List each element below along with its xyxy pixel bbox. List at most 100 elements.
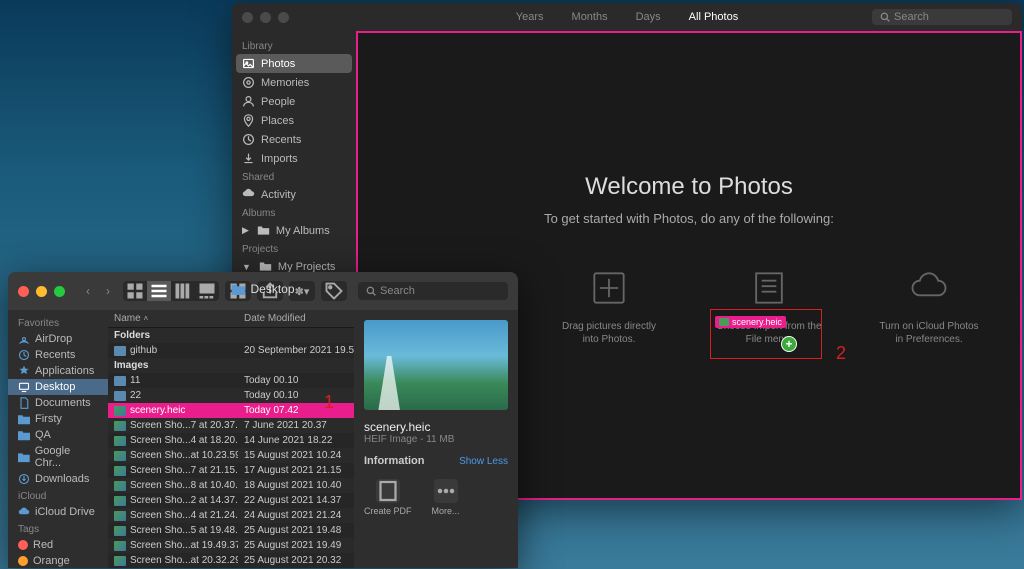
- sidebar-item-airdrop[interactable]: AirDrop: [8, 331, 108, 347]
- photos-icon: [242, 57, 255, 70]
- show-less-button[interactable]: Show Less: [459, 456, 508, 467]
- file-type-icon: [114, 436, 126, 446]
- drag-file-badge: scenery.heic: [715, 316, 786, 328]
- drag-icon: [587, 266, 631, 310]
- file-row[interactable]: 22Today 00.10: [108, 388, 354, 403]
- sidebar-item-activity[interactable]: Activity: [232, 185, 356, 204]
- file-row[interactable]: Screen Sho...5 at 19.48.0125 August 2021…: [108, 523, 354, 538]
- clock-icon: [18, 349, 30, 361]
- favorites-label: Favorites: [8, 314, 108, 331]
- clock-icon: [242, 133, 255, 146]
- file-type-icon: [114, 466, 126, 476]
- sidebar-item-my-albums[interactable]: ▶My Albums: [232, 221, 356, 240]
- sidebar-item-firsty[interactable]: Firsty: [8, 411, 108, 427]
- tag-orange[interactable]: Orange: [8, 553, 108, 568]
- more-button[interactable]: More...: [432, 479, 460, 516]
- back-button[interactable]: ‹: [79, 282, 97, 300]
- tab-days[interactable]: Days: [622, 8, 675, 26]
- file-row[interactable]: scenery.heicToday 07.42: [108, 403, 354, 418]
- preview-pane: scenery.heic HEIF Image - 11 MB Informat…: [354, 310, 518, 568]
- file-row[interactable]: 11Today 00.10: [108, 373, 354, 388]
- sidebar-item-photos[interactable]: Photos: [236, 54, 352, 73]
- create-pdf-button[interactable]: Create PDF: [364, 479, 412, 516]
- column-date[interactable]: Date Modified: [238, 310, 354, 327]
- sidebar-item-icloud-drive[interactable]: iCloud Drive: [8, 504, 108, 520]
- file-type-icon: [114, 541, 126, 551]
- close-button[interactable]: [242, 12, 253, 23]
- list-view-button[interactable]: [147, 281, 171, 301]
- memories-icon: [242, 76, 255, 89]
- sidebar-item-qa[interactable]: QA: [8, 427, 108, 443]
- sidebar-item-imports[interactable]: Imports: [232, 149, 356, 168]
- search-field[interactable]: Search: [872, 9, 1012, 25]
- close-button[interactable]: [18, 286, 29, 297]
- sidebar-projects-label: Projects: [232, 240, 356, 257]
- search-icon: [366, 286, 376, 296]
- file-type-icon: [114, 481, 126, 491]
- file-type-icon: [114, 406, 126, 416]
- folder-icon: [114, 346, 126, 356]
- sidebar-item-desktop[interactable]: Desktop: [8, 379, 108, 395]
- tab-all-photos[interactable]: All Photos: [675, 8, 753, 26]
- column-name[interactable]: Name ˄: [108, 310, 238, 327]
- desktop-icon: [18, 381, 30, 393]
- minimize-button[interactable]: [36, 286, 47, 297]
- tags-button[interactable]: [321, 281, 347, 301]
- finder-content: 1 Name ˄ Date Modified Folders github20 …: [108, 310, 518, 568]
- icon-view-button[interactable]: [123, 281, 147, 301]
- file-row[interactable]: Screen Sho...at 19.49.3725 August 2021 1…: [108, 538, 354, 553]
- sidebar-item-chrome[interactable]: Google Chr...: [8, 443, 108, 471]
- fullscreen-button[interactable]: [54, 286, 65, 297]
- forward-button[interactable]: ›: [99, 282, 117, 300]
- sidebar-shared-label: Shared: [232, 168, 356, 185]
- file-row[interactable]: Screen Sho...at 10.23.5915 August 2021 1…: [108, 448, 354, 463]
- file-row[interactable]: Screen Sho...8 at 10.40.3118 August 2021…: [108, 478, 354, 493]
- file-row[interactable]: Screen Sho...4 at 18.20.3114 June 2021 1…: [108, 433, 354, 448]
- file-row[interactable]: Screen Sho...4 at 21.24.1024 August 2021…: [108, 508, 354, 523]
- file-type-icon: [114, 526, 126, 536]
- finder-window: ‹ › ✽▾ Desktop Search Favorites AirDrop …: [8, 272, 518, 568]
- file-type-icon: [114, 451, 126, 461]
- sidebar-item-places[interactable]: Places: [232, 111, 356, 130]
- file-row[interactable]: github20 September 2021 19.56: [108, 343, 354, 358]
- search-icon: [880, 12, 890, 22]
- folder-icon: [18, 429, 30, 441]
- traffic-lights: [242, 12, 289, 23]
- sidebar-item-memories[interactable]: Memories: [232, 73, 356, 92]
- column-view-button[interactable]: [171, 281, 195, 301]
- gallery-view-button[interactable]: [195, 281, 219, 301]
- imports-icon: [242, 152, 255, 165]
- cloud-icon: [907, 266, 951, 310]
- tag-red[interactable]: Red: [8, 537, 108, 553]
- file-row[interactable]: Screen Sho...at 20.32.2925 August 2021 2…: [108, 553, 354, 568]
- window-title: Desktop: [231, 282, 294, 296]
- icloud-label: iCloud: [8, 487, 108, 504]
- sidebar-item-documents[interactable]: Documents: [8, 395, 108, 411]
- file-row[interactable]: Screen Sho...2 at 14.37.3722 August 2021…: [108, 493, 354, 508]
- tab-months[interactable]: Months: [558, 8, 622, 26]
- sidebar-item-recents[interactable]: Recents: [8, 347, 108, 363]
- tab-years[interactable]: Years: [502, 8, 558, 26]
- sidebar-item-downloads[interactable]: Downloads: [8, 471, 108, 487]
- image-icon: [719, 318, 729, 326]
- drag-drop-indicator: scenery.heic +: [710, 309, 822, 359]
- tag-dot-icon: [18, 556, 28, 566]
- cloud-icon: [18, 506, 30, 518]
- photos-titlebar: Years Months Days All Photos Search: [232, 3, 1022, 31]
- tags-label: Tags: [8, 520, 108, 537]
- sidebar-item-applications[interactable]: Applications: [8, 363, 108, 379]
- menu-icon: [747, 266, 791, 310]
- sidebar-item-recents[interactable]: Recents: [232, 130, 356, 149]
- people-icon: [242, 95, 255, 108]
- file-list: Name ˄ Date Modified Folders github20 Se…: [108, 310, 354, 568]
- preview-filename: scenery.heic: [364, 420, 508, 434]
- fullscreen-button[interactable]: [278, 12, 289, 23]
- file-row[interactable]: Screen Sho...7 at 20.37.147 June 2021 20…: [108, 418, 354, 433]
- minimize-button[interactable]: [260, 12, 271, 23]
- search-field[interactable]: Search: [358, 282, 508, 300]
- sidebar-item-people[interactable]: People: [232, 92, 356, 111]
- file-row[interactable]: Screen Sho...7 at 21.15.1817 August 2021…: [108, 463, 354, 478]
- file-type-icon: [114, 496, 126, 506]
- places-icon: [242, 114, 255, 127]
- list-header: Name ˄ Date Modified: [108, 310, 354, 328]
